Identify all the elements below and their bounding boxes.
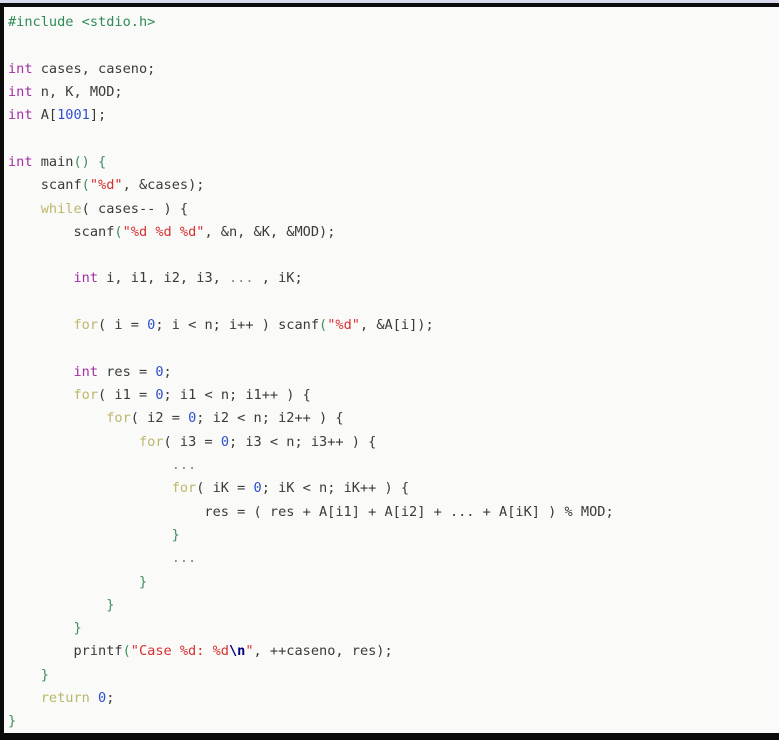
code-line-29-close-brace: } xyxy=(8,666,49,683)
code-line-30-semi: ; xyxy=(106,690,115,707)
code-line-12-indent xyxy=(8,270,73,286)
code-line-17-init: ( i1 = xyxy=(98,387,156,403)
code-line-24-indent xyxy=(8,550,172,566)
code-line-18-init: ( i2 = xyxy=(130,410,189,427)
code-line-28-args: , ++caseno, res); xyxy=(253,643,393,660)
code-line-9-condition: ( cases-- ) { xyxy=(81,200,189,217)
code-line-8-paren: ( xyxy=(81,177,90,194)
code-line-18-rest: ; i2 < n; i2++ ) { xyxy=(196,410,344,427)
code-line-22-accumulate: res = ( res + A[i1] + A[i2] + ... + A[iK… xyxy=(8,503,614,520)
code-line-12-type: int xyxy=(73,270,99,287)
code-line-16-indent xyxy=(8,364,73,380)
code-line-25-close-brace: } xyxy=(8,573,148,590)
code-line-14-paren: ( xyxy=(319,317,328,334)
code-line-1-include: #include <stdio.h> xyxy=(8,14,156,30)
code-line-5-array-open: A[ xyxy=(32,107,58,124)
code-line-28-paren: ( xyxy=(122,643,131,660)
code-line-8-args: , &cases); xyxy=(122,177,205,194)
code-line-7-fnname: main xyxy=(32,153,74,170)
code-line-17-for-keyword: for xyxy=(73,387,99,403)
code-line-27-close-brace: } xyxy=(8,620,82,637)
code-line-16-assign: res = xyxy=(98,363,156,380)
code-line-14-init: ( i = xyxy=(98,317,148,334)
code-line-14-format-string: "%d" xyxy=(327,317,360,334)
code-line-18-indent xyxy=(8,410,106,426)
code-line-7-braces: () { xyxy=(73,153,107,170)
code-line-5-type: int xyxy=(8,107,33,124)
code-line-23-close-brace: } xyxy=(8,526,180,543)
code-line-7-type: int xyxy=(8,153,33,170)
code-line-17-indent xyxy=(8,387,73,403)
code-line-17-rest: ; i1 < n; i1++ ) { xyxy=(163,387,311,403)
code-line-10-paren: ( xyxy=(114,223,123,240)
code-line-18-for-keyword: for xyxy=(106,410,131,427)
code-line-16-zero: 0 xyxy=(155,363,164,380)
code-line-14-args: , &A[i]); xyxy=(359,317,434,334)
code-line-14-for-keyword: for xyxy=(73,317,99,334)
code-line-20-indent xyxy=(8,457,172,473)
source-code-block[interactable]: #include <stdio.h> int cases, caseno; in… xyxy=(4,7,779,733)
code-line-3-type: int xyxy=(8,60,33,77)
code-line-30-indent xyxy=(8,690,41,706)
code-line-30-zero: 0 xyxy=(98,690,107,707)
code-line-24-ellipsis: ... xyxy=(171,550,197,567)
code-line-19-for-keyword: for xyxy=(138,433,164,450)
code-line-30-return-keyword: return xyxy=(40,690,90,707)
code-line-17-zero: 0 xyxy=(155,387,164,403)
code-line-5-array-close: ]; xyxy=(89,107,107,124)
code-line-4-type: int xyxy=(8,83,33,100)
code-screenshot: #include <stdio.h> int cases, caseno; in… xyxy=(0,0,779,740)
code-line-3-decl: cases, caseno; xyxy=(32,60,156,77)
code-line-8-call: scanf xyxy=(8,177,82,194)
code-line-12-vars: i, i1, i2, i3, xyxy=(98,270,229,287)
code-line-16-type: int xyxy=(73,363,99,380)
code-line-14-rest: ; i < n; i++ ) scanf xyxy=(155,317,320,334)
code-line-31-close-brace: } xyxy=(8,713,17,730)
code-line-21-rest: ; iK < n; iK++ ) { xyxy=(261,480,410,497)
code-line-28-format-string: "Case %d: %d xyxy=(130,643,229,660)
code-line-21-init: ( iK = xyxy=(196,480,254,497)
code-line-28-newline-escape: \n xyxy=(228,643,246,660)
code-line-10-format-string: "%d %d %d" xyxy=(122,223,205,240)
code-line-19-init: ( i3 = xyxy=(163,433,221,450)
code-line-19-indent xyxy=(8,434,139,450)
code-line-12-vars-tail: , iK; xyxy=(253,270,303,287)
code-line-10-call: scanf xyxy=(8,223,115,240)
code-line-21-indent xyxy=(8,480,172,496)
code-line-16-semi: ; xyxy=(163,363,172,380)
code-line-9-while-keyword: while xyxy=(40,200,82,217)
code-line-19-rest: ; i3 < n; i3++ ) { xyxy=(229,433,377,450)
code-line-21-zero: 0 xyxy=(253,480,262,497)
code-line-30-space xyxy=(90,690,98,706)
code-line-8-format-string: "%d" xyxy=(89,177,123,194)
code-line-21-for-keyword: for xyxy=(171,480,197,497)
code-line-4-decl: n, K, MOD; xyxy=(32,83,123,100)
frame-bottom-border xyxy=(0,733,779,740)
code-line-14-indent xyxy=(8,317,73,333)
code-line-28-call: printf xyxy=(8,643,123,660)
code-line-9-indent xyxy=(8,201,41,217)
code-line-20-ellipsis: ... xyxy=(171,456,197,473)
code-line-26-close-brace: } xyxy=(8,596,115,613)
code-surface[interactable]: #include <stdio.h> int cases, caseno; in… xyxy=(4,7,779,733)
code-line-19-zero: 0 xyxy=(220,433,229,450)
code-line-5-array-size: 1001 xyxy=(57,107,90,124)
code-line-10-args: , &n, &K, &MOD); xyxy=(204,223,336,240)
code-line-28-string-close: " xyxy=(245,643,254,660)
code-line-12-ellipsis: ... xyxy=(229,270,254,287)
